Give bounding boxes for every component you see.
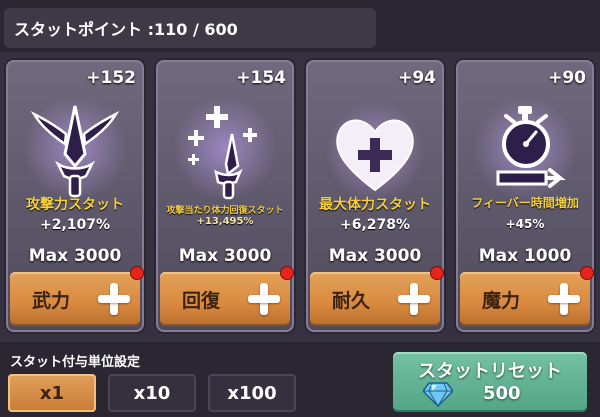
stat-reset-button[interactable]: スタットリセット 500	[393, 352, 587, 412]
unit-setting-label: スタット付与単位設定	[10, 355, 141, 370]
bonus-value: +90	[548, 68, 586, 88]
unit-x1-button[interactable]: x1	[8, 374, 96, 412]
unit-x10-button[interactable]: x10	[108, 374, 196, 412]
notification-dot	[430, 266, 444, 280]
plus-icon	[248, 283, 280, 315]
stat-title: 攻撃力スタット	[26, 197, 124, 213]
reset-label: スタットリセット	[418, 361, 562, 382]
stat-max: Max 1000	[478, 246, 572, 266]
bonus-value: +154	[236, 68, 286, 88]
stat-points-bar: スタットポイント :110 / 600	[4, 8, 376, 48]
unit-x100-button[interactable]: x100	[208, 374, 296, 412]
notification-dot	[580, 266, 594, 280]
heart-plus-icon	[325, 102, 425, 202]
add-recovery-button[interactable]: 回復	[160, 266, 294, 326]
stat-percent: +2,107%	[39, 217, 111, 233]
stat-percent: +45%	[505, 217, 545, 231]
stat-title: 攻撃当たり体力回復スタット	[166, 206, 284, 216]
stat-percent: +13,495%	[196, 216, 254, 227]
plus-icon	[98, 283, 130, 315]
stat-max: Max 3000	[178, 246, 272, 266]
diamond-gem-icon	[423, 382, 453, 407]
notification-dot	[280, 266, 294, 280]
button-label: 武力	[32, 289, 71, 312]
stat-points-text: スタットポイント :110 / 600	[14, 20, 238, 39]
stat-max: Max 3000	[328, 246, 422, 266]
notification-dot	[130, 266, 144, 280]
add-endurance-button[interactable]: 耐久	[310, 266, 444, 326]
stat-percent: +6,278%	[339, 217, 411, 233]
stat-card-recovery: +154 攻撃当たり体力回復スタット +13,495% Max 3000 回復	[156, 60, 294, 332]
bonus-value: +94	[398, 68, 436, 88]
stat-title: フィーバー時間増加	[471, 196, 579, 210]
plus-icon	[398, 283, 430, 315]
add-attack-button[interactable]: 武力	[10, 266, 144, 326]
stat-title: 最大体力スタット	[319, 197, 431, 213]
reset-cost: 500	[483, 383, 521, 404]
sword-sparkle-icon	[173, 97, 277, 201]
stat-card-endurance: +94 最大体力スタット +6,278% Max 3000 耐久	[306, 60, 444, 332]
stat-card-attack: +152 攻撃力スタット +2,107% Max 3000 武力	[6, 60, 144, 332]
stopwatch-icon	[473, 97, 577, 201]
button-label: 魔力	[482, 289, 521, 312]
add-magic-button[interactable]: 魔力	[460, 266, 594, 326]
stat-card-magic: +90 フィーバー時間増加 +45% Max 1000 魔力	[456, 60, 594, 332]
stat-max: Max 3000	[28, 246, 122, 266]
plus-icon	[548, 283, 580, 315]
button-label: 耐久	[332, 289, 371, 312]
sword-wings-icon	[23, 97, 127, 201]
button-label: 回復	[182, 289, 221, 312]
bonus-value: +152	[86, 68, 136, 88]
